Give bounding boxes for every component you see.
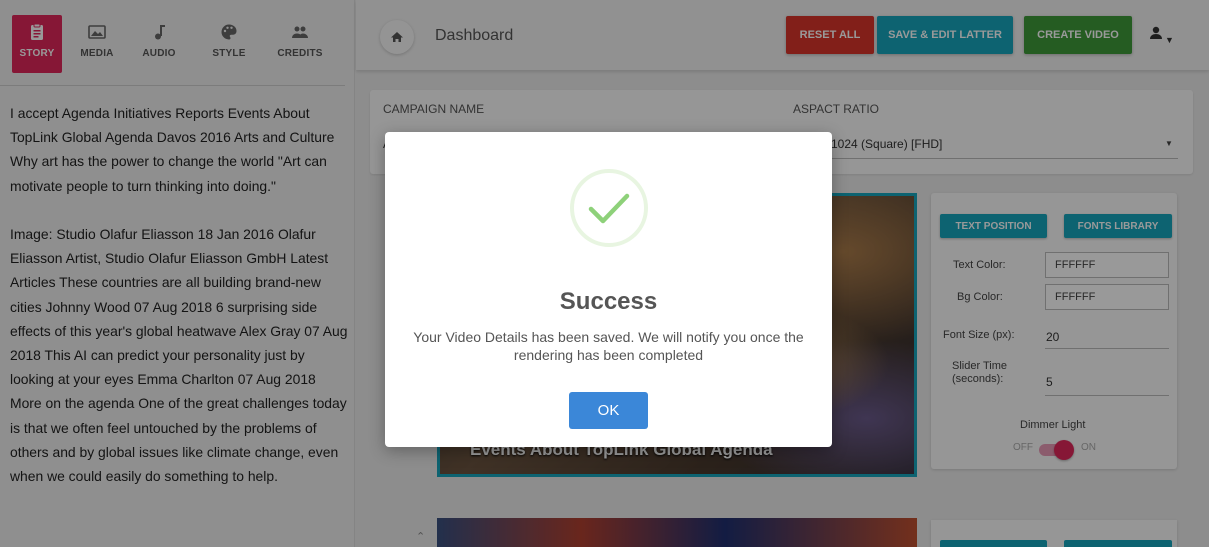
ok-button[interactable]: OK bbox=[569, 392, 648, 429]
success-dialog: Success Your Video Details has been save… bbox=[385, 132, 832, 447]
dialog-title: Success bbox=[559, 288, 658, 315]
dialog-message: Your Video Details has been saved. We wi… bbox=[413, 329, 804, 363]
checkmark-icon bbox=[570, 169, 648, 247]
